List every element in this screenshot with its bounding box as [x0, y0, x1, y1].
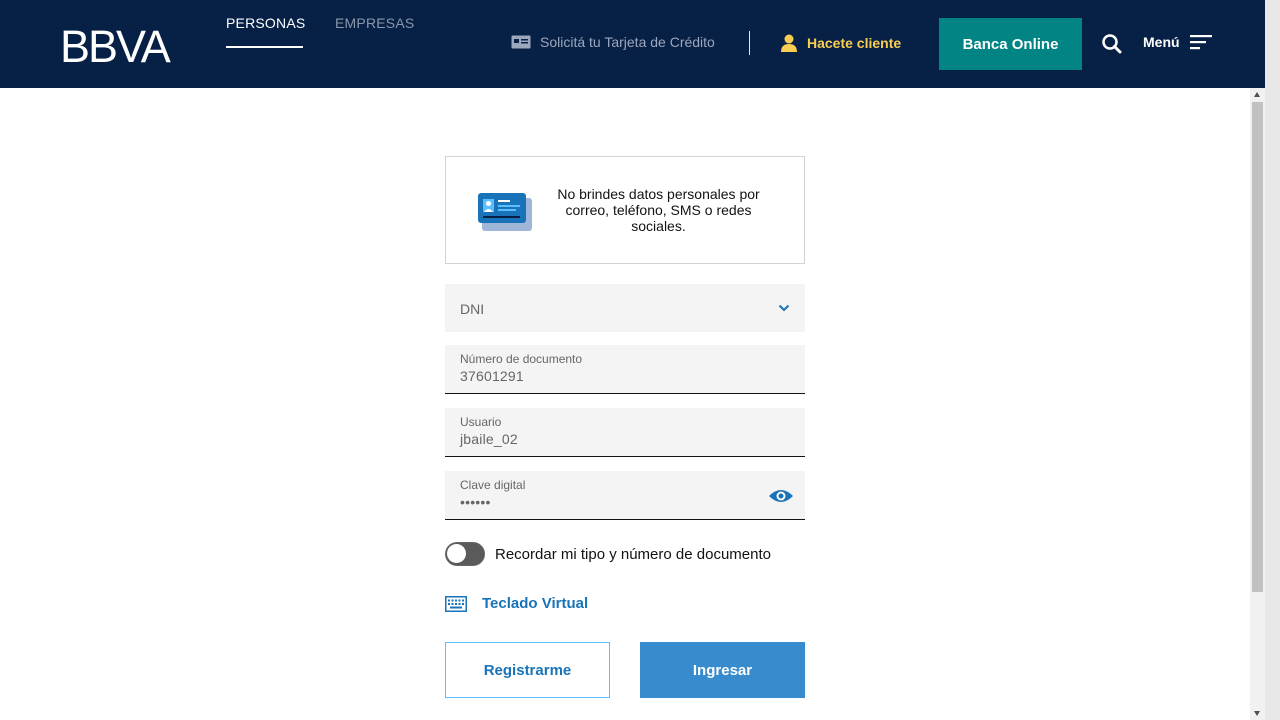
username-field[interactable]: Usuario jbaile_02: [445, 408, 805, 457]
search-icon[interactable]: [1102, 34, 1122, 54]
virtual-keyboard-link[interactable]: Teclado Virtual: [445, 595, 588, 612]
banca-online-button[interactable]: Banca Online: [939, 18, 1082, 70]
credit-card-link[interactable]: Solicitá tu Tarjeta de Crédito: [511, 34, 715, 50]
logo-text: BBVA: [60, 22, 171, 66]
password-field[interactable]: Clave digital ••••••: [445, 471, 805, 520]
document-type-value: DNI: [460, 301, 485, 317]
scroll-down-arrow[interactable]: [1254, 711, 1260, 716]
login-button[interactable]: Ingresar: [640, 642, 805, 698]
password-value: ••••••: [460, 494, 491, 510]
tab-empresas[interactable]: EMPRESAS: [335, 15, 414, 31]
document-number-value: 37601291: [460, 368, 524, 384]
id-card-icon: [478, 193, 532, 231]
document-type-select[interactable]: DNI: [445, 284, 805, 332]
hacete-cliente-label: Hacete cliente: [807, 35, 902, 51]
security-notice-text: No brindes datos personales por correo, …: [557, 186, 760, 234]
menu-label: Menú: [1143, 34, 1180, 50]
hamburger-icon: [1189, 35, 1212, 50]
document-number-label: Número de documento: [460, 352, 583, 366]
security-notice: No brindes datos personales por correo, …: [445, 156, 805, 264]
credit-card-link-label: Solicitá tu Tarjeta de Crédito: [540, 34, 715, 50]
chevron-down-icon: [778, 304, 790, 312]
toggle-knob: [447, 544, 466, 563]
scroll-up-arrow[interactable]: [1254, 92, 1260, 97]
card-icon: [511, 35, 531, 49]
bbva-logo[interactable]: BBVA: [60, 22, 195, 66]
virtual-keyboard-label: Teclado Virtual: [482, 595, 589, 612]
tab-personas[interactable]: PERSONAS: [226, 15, 305, 48]
menu-button[interactable]: Menú: [1143, 34, 1212, 50]
header-divider: [749, 31, 750, 55]
register-button[interactable]: Registrarme: [445, 642, 610, 698]
keyboard-icon: [445, 595, 467, 612]
person-icon: [781, 34, 797, 52]
top-header: BBVA PERSONAS EMPRESAS Solicitá tu Tarje…: [0, 0, 1265, 88]
username-value: jbaile_02: [460, 431, 518, 447]
remember-toggle[interactable]: [445, 542, 485, 566]
username-label: Usuario: [460, 415, 502, 429]
hacete-cliente-link[interactable]: Hacete cliente: [781, 34, 901, 52]
remember-label: Recordar mi tipo y número de documento: [495, 545, 771, 563]
window-edge: [1265, 0, 1280, 720]
remember-row: Recordar mi tipo y número de documento: [445, 542, 771, 566]
eye-icon[interactable]: [768, 488, 794, 504]
scroll-thumb[interactable]: [1252, 102, 1263, 592]
document-number-field[interactable]: Número de documento 37601291: [445, 345, 805, 394]
password-label: Clave digital: [460, 478, 526, 492]
page-scrollbar[interactable]: [1250, 88, 1265, 720]
